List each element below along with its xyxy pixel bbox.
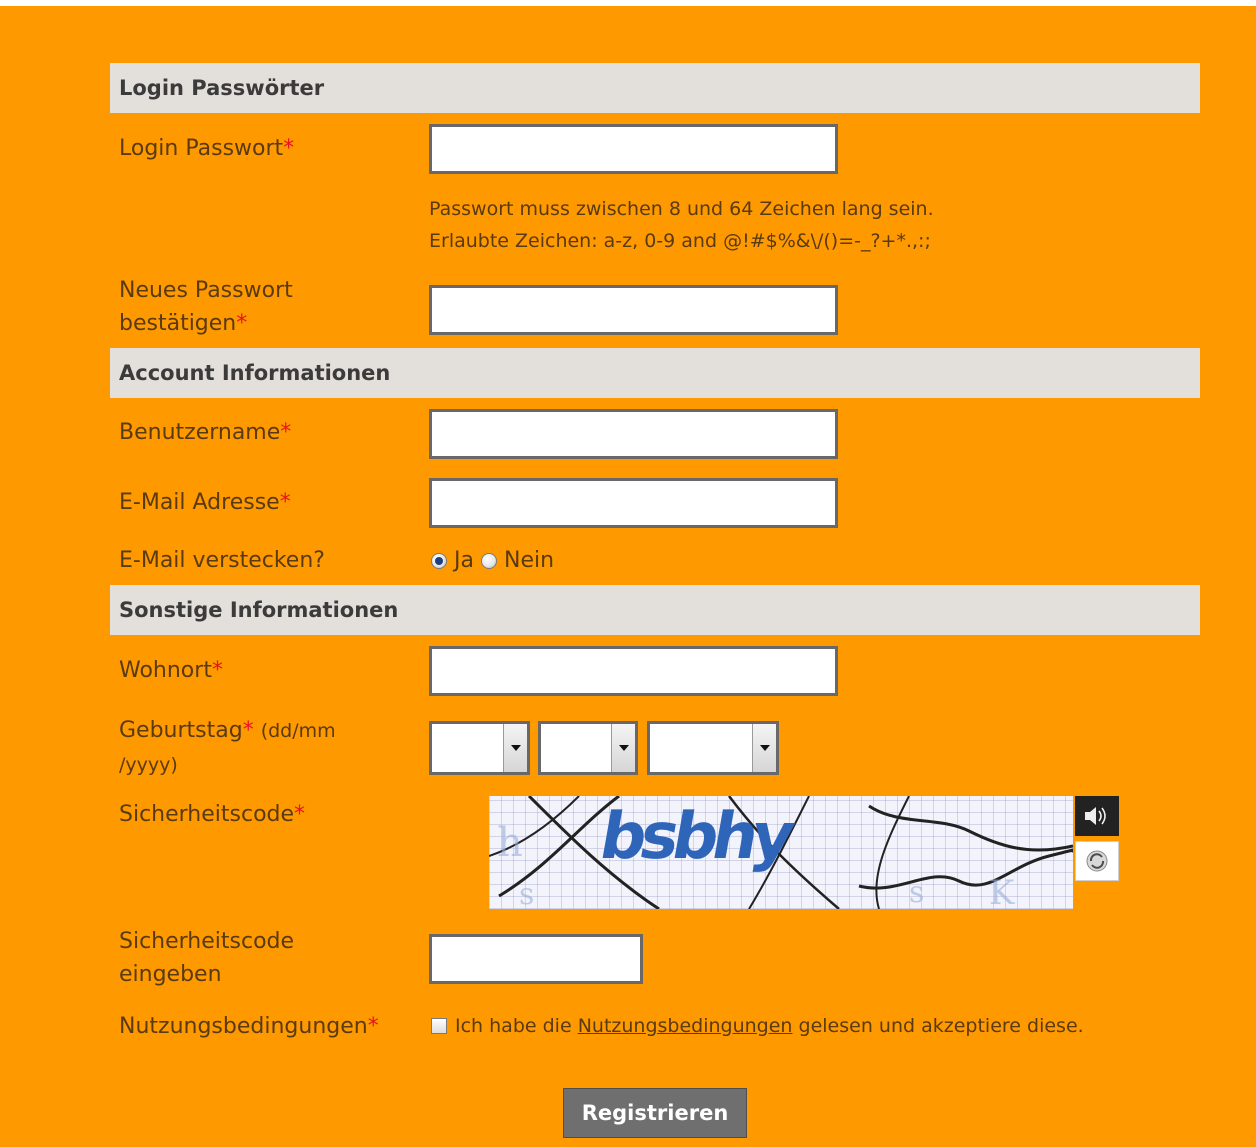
section-account-info: Account Informationen	[110, 348, 1200, 398]
chevron-down-icon	[752, 724, 776, 772]
security-code-label: Sicherheitscode*	[119, 802, 306, 827]
password-hint-length: Passwort muss zwischen 8 und 64 Zeichen …	[429, 198, 934, 220]
captcha-text: bsbhy	[594, 800, 795, 874]
required-marker: *	[211, 658, 223, 683]
chevron-down-icon	[611, 724, 635, 772]
birthday-day-select[interactable]	[429, 721, 530, 775]
section-other-info: Sonstige Informationen	[110, 585, 1200, 635]
captcha-refresh-button[interactable]	[1075, 841, 1119, 881]
security-code-input[interactable]	[429, 934, 643, 984]
speaker-icon	[1085, 807, 1106, 825]
top-border	[0, 0, 1256, 6]
captcha-audio-button[interactable]	[1075, 796, 1119, 836]
hide-email-label: E-Mail verstecken?	[119, 548, 325, 573]
required-marker: *	[242, 718, 254, 743]
residence-input[interactable]	[429, 646, 838, 696]
confirm-password-label: Neues Passwort bestätigen*	[119, 278, 293, 336]
radio-no[interactable]	[480, 553, 497, 569]
password-hint-chars: Erlaubte Zeichen: a-z, 0-9 and @!#$%&\/(…	[429, 230, 931, 252]
email-label: E-Mail Adresse*	[119, 490, 291, 515]
captcha-image: h s K s bsbhy	[489, 796, 1073, 909]
terms-label: Nutzungsbedingungen*	[119, 1014, 379, 1039]
email-input[interactable]	[429, 478, 838, 528]
radio-no-label[interactable]: Nein	[504, 548, 554, 573]
birthday-label: Geburtstag* (dd/mm/yyyy)	[119, 718, 336, 776]
radio-yes-label[interactable]: Ja	[454, 548, 474, 573]
security-code-input-label: Sicherheitscode eingeben	[119, 929, 295, 987]
terms-text-after: gelesen und akzeptiere diese.	[798, 1015, 1084, 1037]
svg-text:h: h	[497, 820, 523, 866]
terms-link[interactable]: Nutzungsbedingungen	[578, 1015, 793, 1037]
register-button[interactable]: Registrieren	[563, 1088, 747, 1138]
chevron-down-icon	[503, 724, 527, 772]
residence-label: Wohnort*	[119, 658, 223, 683]
terms-checkbox[interactable]	[431, 1018, 447, 1034]
login-password-input[interactable]	[429, 124, 838, 174]
terms-row: Ich habe die Nutzungsbedingungen gelesen…	[431, 1010, 1084, 1043]
radio-yes[interactable]	[431, 553, 447, 569]
required-marker: *	[280, 420, 292, 445]
hide-email-radio-group: Ja Nein	[431, 544, 554, 577]
birthday-format-hint: (dd/mm	[260, 720, 336, 742]
section-login-passwords: Login Passwörter	[110, 63, 1200, 113]
required-marker: *	[294, 802, 306, 827]
required-marker: *	[283, 136, 295, 161]
birthday-year-select[interactable]	[647, 721, 779, 775]
username-input[interactable]	[429, 409, 838, 459]
refresh-icon	[1086, 850, 1108, 872]
svg-text:K: K	[989, 873, 1015, 909]
birthday-format-hint-2: /yyyy)	[119, 754, 178, 776]
required-marker: *	[236, 311, 248, 336]
svg-text:s: s	[909, 875, 924, 909]
login-password-label: Login Passwort*	[119, 136, 295, 161]
required-marker: *	[279, 490, 291, 515]
svg-text:s: s	[519, 877, 534, 909]
confirm-password-input[interactable]	[429, 285, 838, 335]
required-marker: *	[367, 1014, 379, 1039]
birthday-month-select[interactable]	[538, 721, 638, 775]
username-label: Benutzername*	[119, 420, 292, 445]
terms-text-before: Ich habe die	[455, 1015, 572, 1037]
